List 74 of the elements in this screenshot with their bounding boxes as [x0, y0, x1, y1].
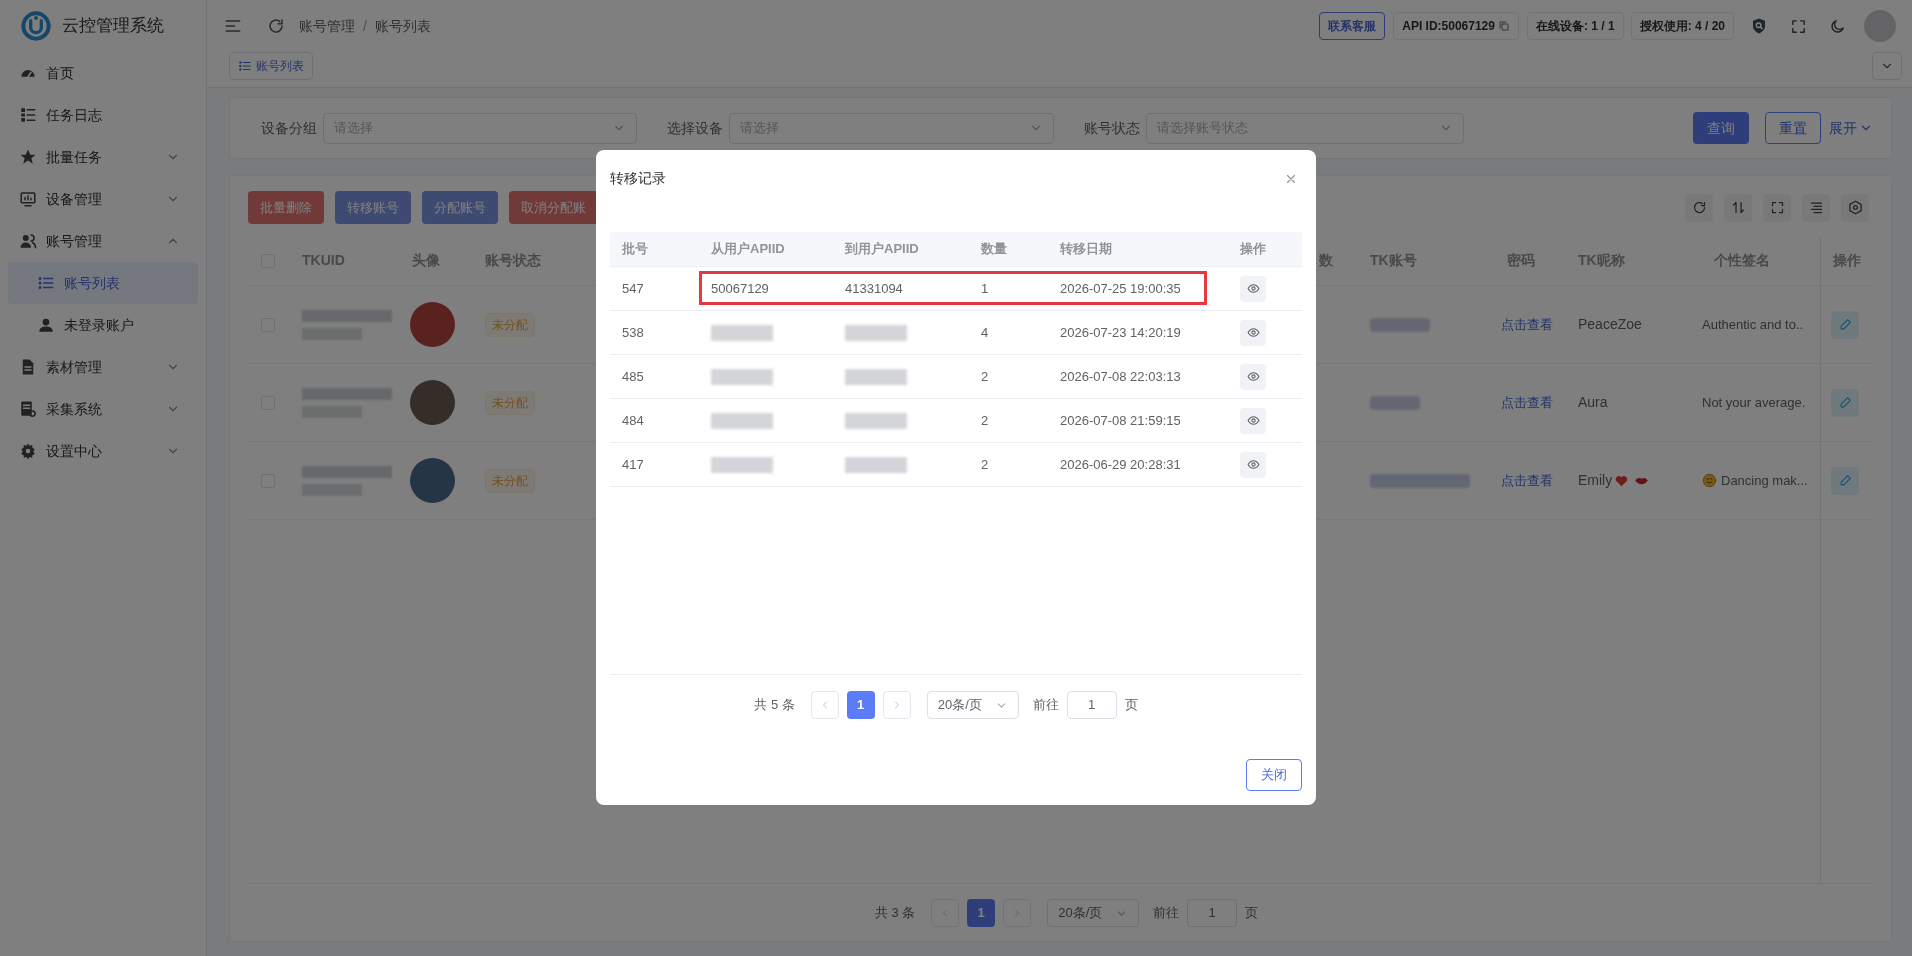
sidebar-item[interactable]: 素材管理	[8, 346, 198, 388]
table-cell: 485	[622, 368, 644, 384]
nickname-text: Emily	[1578, 471, 1613, 490]
field-label: 设备分组	[261, 118, 317, 138]
sidebar-item[interactable]: 设备管理	[8, 178, 198, 220]
sidebar-item[interactable]: 首页	[8, 52, 198, 94]
page-input[interactable]: 1	[1066, 691, 1117, 719]
table-cell: 2	[981, 456, 989, 472]
signature-text: Authentic and to..	[1702, 315, 1804, 334]
page-input[interactable]: 1	[1187, 899, 1238, 927]
table-cell: 2026-07-23 14:20:19	[1060, 324, 1181, 340]
signature-text: Not your average.	[1702, 393, 1806, 412]
license-usage-badge: 授权使用: 4 / 20	[1630, 12, 1734, 40]
table-cell: 2026-06-29 20:28:31	[1060, 456, 1181, 472]
field-label: 账号状态	[1084, 118, 1140, 138]
sidebar-item[interactable]: 采集系统	[8, 388, 198, 430]
table-cell: 538	[622, 324, 644, 340]
tab[interactable]: 账号列表	[229, 52, 313, 80]
close-button[interactable]: 关闭	[1246, 759, 1302, 791]
table-cell: 547	[622, 280, 644, 296]
table-cell: 1	[981, 280, 989, 296]
table-cell: 2026-07-08 22:03:13	[1060, 368, 1181, 384]
sidebar-item[interactable]: 批量任务	[8, 136, 198, 178]
column-header: 批号	[622, 241, 648, 257]
nickname-text: Aura	[1578, 393, 1608, 412]
page-unit-label: 页	[1124, 696, 1138, 715]
app-title: 云控管理系统	[62, 15, 164, 38]
sidebar-item[interactable]: 未登录账户	[8, 304, 198, 346]
total-count: 共 5 条	[754, 696, 795, 715]
api-id-text: API ID:50067129	[1402, 18, 1495, 35]
table-cell: 4	[981, 324, 989, 340]
status-tag: 未分配	[485, 312, 535, 337]
page-button[interactable]: 1	[846, 691, 875, 719]
query-button[interactable]: 查询	[1693, 112, 1749, 144]
sidebar-item[interactable]: 账号列表	[8, 262, 198, 304]
view-password-link[interactable]: 点击查看	[1501, 395, 1553, 410]
breadcrumb-separator: /	[363, 16, 367, 36]
table-cell: 50067129	[711, 280, 769, 296]
total-count: 共 3 条	[874, 904, 916, 923]
goto-label: 前往	[1153, 904, 1180, 923]
sidebar-item[interactable]: 任务日志	[8, 94, 198, 136]
column-header: 数量	[981, 241, 1007, 257]
contact-support-button[interactable]: 联系客服	[1319, 12, 1386, 40]
column-header: 操作	[1240, 241, 1266, 257]
column-header: 从用户APIID	[711, 241, 785, 257]
page-unit-label: 页	[1245, 904, 1259, 923]
expand-link[interactable]: 展开	[1829, 117, 1873, 139]
page-size-select[interactable]: 20条/页	[926, 691, 1019, 719]
reset-button[interactable]: 重置	[1765, 112, 1821, 144]
table-cell: 41331094	[845, 280, 903, 296]
status-tag: 未分配	[485, 390, 535, 415]
column-header: 转移日期	[1060, 241, 1112, 257]
signature-text: Dancing mak...	[1721, 471, 1808, 490]
goto-label: 前往	[1032, 696, 1059, 715]
field-label: 选择设备	[667, 118, 723, 138]
table-cell: 2	[981, 412, 989, 428]
nickname-text: PeaceZoe	[1578, 315, 1642, 334]
sidebar-item[interactable]: 账号管理	[8, 220, 198, 262]
page-button[interactable]: 1	[967, 899, 996, 927]
table-cell: 2	[981, 368, 989, 384]
sidebar-item[interactable]: 设置中心	[8, 430, 198, 472]
column-header: 到用户APIID	[845, 241, 919, 257]
online-devices-badge: 在线设备: 1 / 1	[1526, 12, 1624, 40]
status-tag: 未分配	[485, 468, 535, 493]
view-password-link[interactable]: 点击查看	[1501, 317, 1553, 332]
table-cell: 2026-07-25 19:00:35	[1060, 280, 1181, 296]
table-cell: 417	[622, 456, 644, 472]
table-cell: 2026-07-08 21:59:15	[1060, 412, 1181, 428]
view-password-link[interactable]: 点击查看	[1501, 473, 1553, 488]
breadcrumb-item[interactable]: 账号列表	[374, 15, 431, 37]
page-size-select[interactable]: 20条/页	[1047, 899, 1140, 927]
dialog-title: 转移记录	[610, 169, 666, 188]
breadcrumb-item[interactable]: 账号管理	[299, 15, 355, 37]
table-cell: 484	[622, 412, 644, 428]
